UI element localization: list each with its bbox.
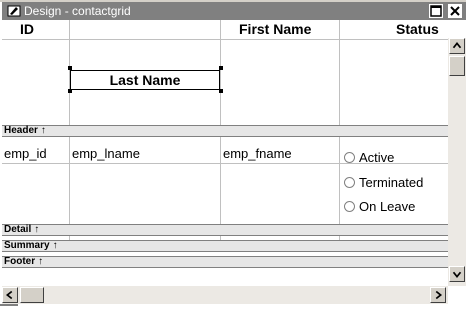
band-arrow-icon: ↑ <box>40 125 46 136</box>
scroll-right-icon[interactable] <box>430 287 446 303</box>
radio-label: On Leave <box>359 199 416 214</box>
footer-band-label: Footer <box>4 256 36 267</box>
scroll-left-icon[interactable] <box>2 287 18 303</box>
scroll-down-icon[interactable] <box>449 266 465 282</box>
scroll-up-icon[interactable] <box>449 38 465 54</box>
band-arrow-icon: ↑ <box>34 224 40 235</box>
datawindow-painter[interactable]: ID First Name Status Last Name Header ↑ e… <box>2 20 448 286</box>
title-bar[interactable]: Design - contactgrid <box>2 2 466 20</box>
vertical-scrollbar[interactable] <box>448 38 466 286</box>
header-row-divider <box>2 39 448 40</box>
field-emp-lname[interactable]: emp_lname <box>72 146 140 162</box>
window-bottom-border <box>0 304 466 310</box>
design-window: Design - contactgrid ID First Name Statu… <box>0 0 466 310</box>
radio-button-icon[interactable] <box>344 152 355 163</box>
header-band[interactable]: Header ↑ <box>2 125 448 137</box>
split-bar[interactable] <box>0 304 18 306</box>
header-status[interactable]: Status <box>396 20 439 38</box>
close-icon[interactable] <box>448 4 462 18</box>
status-radio-terminated[interactable]: Terminated <box>344 175 423 191</box>
field-emp-fname[interactable]: emp_fname <box>223 146 292 162</box>
band-arrow-icon: ↑ <box>52 240 58 251</box>
horizontal-scroll-thumb[interactable] <box>20 287 44 303</box>
detail-band-label: Detail <box>4 224 32 235</box>
selection-handle[interactable] <box>68 89 72 93</box>
selection-handle[interactable] <box>219 89 223 93</box>
radio-button-icon[interactable] <box>344 177 355 188</box>
header-id[interactable]: ID <box>20 20 34 38</box>
restore-icon[interactable] <box>429 4 443 18</box>
radio-label: Active <box>359 150 395 165</box>
selection-handle[interactable] <box>68 66 72 70</box>
radio-button-icon[interactable] <box>344 201 355 212</box>
detail-band[interactable]: Detail ↑ <box>2 224 448 236</box>
band-arrow-icon: ↑ <box>38 256 44 267</box>
field-emp-id[interactable]: emp_id <box>4 146 47 162</box>
vertical-scroll-thumb[interactable] <box>449 56 465 76</box>
header-band-label: Header <box>4 125 38 136</box>
header-first-name[interactable]: First Name <box>239 20 311 38</box>
summary-band-label: Summary <box>4 240 50 251</box>
status-radio-on-leave[interactable]: On Leave <box>344 199 415 215</box>
selection-handle[interactable] <box>219 66 223 70</box>
radio-label: Terminated <box>359 175 424 190</box>
horizontal-scrollbar[interactable] <box>2 286 448 304</box>
status-radio-active[interactable]: Active <box>344 150 394 166</box>
summary-band[interactable]: Summary ↑ <box>2 240 448 252</box>
footer-band[interactable]: Footer ↑ <box>2 256 448 268</box>
window-title: Design - contactgrid <box>24 4 131 18</box>
window-icon <box>7 5 21 17</box>
header-last-name[interactable]: Last Name <box>70 70 220 90</box>
